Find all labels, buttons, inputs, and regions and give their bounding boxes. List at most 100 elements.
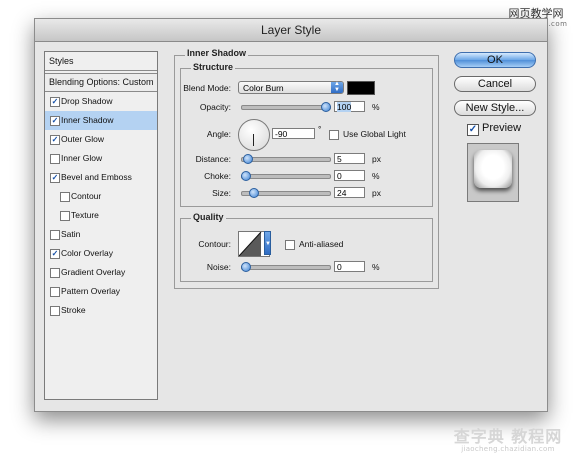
- dropdown-arrows-icon: ▲ ▼: [331, 81, 343, 93]
- ok-button[interactable]: OK: [454, 52, 536, 68]
- distance-label: Distance:: [195, 154, 231, 164]
- effect-label: Color Overlay: [61, 248, 113, 258]
- inner-shadow-title: Inner Shadow: [185, 48, 249, 58]
- effect-item-color-overlay[interactable]: ✓ Color Overlay: [45, 244, 157, 263]
- opacity-slider-handle[interactable]: [321, 102, 331, 112]
- choke-slider-handle[interactable]: [241, 171, 251, 181]
- effect-label: Satin: [61, 229, 81, 239]
- blending-options-item[interactable]: Blending Options: Custom: [45, 73, 157, 92]
- effect-checkbox[interactable]: ✓: [50, 135, 60, 145]
- effect-label: Inner Shadow: [61, 115, 114, 125]
- effect-item-pattern-overlay[interactable]: Pattern Overlay: [45, 282, 157, 301]
- effect-checkbox[interactable]: [50, 154, 60, 164]
- checkmark-icon: ✓: [51, 97, 59, 106]
- effect-label: Inner Glow: [61, 153, 103, 163]
- opacity-unit: %: [372, 102, 380, 112]
- layer-style-dialog: Layer Style Styles Blending Options: Cus…: [34, 18, 548, 412]
- angle-unit: °: [318, 124, 322, 134]
- choke-slider[interactable]: [241, 171, 331, 181]
- effect-label: Bevel and Emboss: [61, 172, 132, 182]
- effect-label: Pattern Overlay: [61, 286, 121, 296]
- effect-checkbox[interactable]: ✓: [50, 116, 60, 126]
- noise-unit: %: [372, 262, 380, 272]
- effect-item-gradient-overlay[interactable]: Gradient Overlay: [45, 263, 157, 282]
- effect-checkbox[interactable]: [60, 192, 70, 202]
- choke-unit: %: [372, 171, 380, 181]
- quality-title: Quality: [191, 212, 226, 222]
- effect-checkbox[interactable]: ✓: [50, 173, 60, 183]
- angle-field[interactable]: -90: [272, 128, 315, 139]
- size-slider-handle[interactable]: [249, 188, 259, 198]
- effect-label: Contour: [71, 191, 102, 201]
- effect-checkbox[interactable]: [50, 306, 60, 316]
- preview-shape: [474, 150, 512, 188]
- styles-panel: Styles Blending Options: Custom ✓ Drop Sh…: [44, 51, 158, 400]
- effect-item-inner-glow[interactable]: Inner Glow: [45, 149, 157, 168]
- quality-group: [180, 218, 433, 282]
- effect-checkbox[interactable]: [50, 268, 60, 278]
- effect-label: Outer Glow: [61, 134, 104, 144]
- checkmark-icon: ✓: [51, 116, 59, 125]
- watermark-bottom-text: 查字典 教程网: [453, 427, 563, 446]
- blend-mode-label: Blend Mode:: [183, 83, 231, 93]
- use-global-light-label: Use Global Light: [343, 129, 406, 139]
- structure-title: Structure: [191, 62, 236, 72]
- contour-label: Contour:: [198, 239, 231, 249]
- noise-label: Noise:: [206, 262, 231, 272]
- style-preview-thumbnail: [467, 143, 519, 202]
- angle-label: Angle:: [206, 129, 231, 139]
- noise-slider-handle[interactable]: [241, 262, 251, 272]
- blend-mode-select[interactable]: Color Burn ▲ ▼: [238, 81, 344, 94]
- effect-checkbox[interactable]: ✓: [50, 249, 60, 259]
- effect-label: Gradient Overlay: [61, 267, 126, 277]
- effect-item-texture[interactable]: Texture: [45, 206, 157, 225]
- effect-checkbox[interactable]: [50, 230, 60, 240]
- effect-item-contour[interactable]: Contour: [45, 187, 157, 206]
- angle-dial-icon[interactable]: [238, 119, 270, 151]
- effect-item-stroke[interactable]: Stroke: [45, 301, 157, 320]
- noise-slider[interactable]: [241, 262, 331, 272]
- effect-item-outer-glow[interactable]: ✓ Outer Glow: [45, 130, 157, 149]
- effect-checkbox[interactable]: ✓: [50, 97, 60, 107]
- preview-label: Preview: [482, 122, 522, 134]
- choke-label: Choke:: [204, 171, 231, 181]
- distance-slider-handle[interactable]: [242, 154, 253, 164]
- styles-header[interactable]: Styles: [45, 52, 157, 71]
- effect-label: Stroke: [61, 305, 86, 315]
- anti-aliased-label: Anti-aliased: [299, 239, 344, 249]
- effect-item-satin[interactable]: Satin: [45, 225, 157, 244]
- noise-field[interactable]: 0: [334, 261, 365, 272]
- effect-checkbox[interactable]: [50, 287, 60, 297]
- opacity-field[interactable]: 100: [334, 101, 365, 112]
- preview-checkbox[interactable]: ✓: [467, 124, 479, 136]
- size-field[interactable]: 24: [334, 187, 365, 198]
- distance-field[interactable]: 5: [334, 153, 365, 164]
- contour-dropdown-button[interactable]: ▼: [264, 231, 271, 255]
- anti-aliased-checkbox[interactable]: [285, 240, 295, 250]
- choke-field[interactable]: 0: [334, 170, 365, 181]
- checkmark-icon: ✓: [51, 249, 59, 258]
- size-slider[interactable]: [241, 188, 331, 198]
- opacity-slider[interactable]: [241, 102, 331, 112]
- shadow-color-swatch[interactable]: [347, 81, 375, 95]
- effect-item-bevel-and-emboss[interactable]: ✓ Bevel and Emboss: [45, 168, 157, 187]
- watermark-bottom-url: jiaocheng.chazidian.com: [461, 445, 555, 453]
- use-global-light-checkbox[interactable]: [329, 130, 339, 140]
- checkmark-icon: ✓: [51, 135, 59, 144]
- blend-mode-value: Color Burn: [243, 83, 284, 93]
- distance-slider[interactable]: [241, 154, 331, 164]
- effect-item-inner-shadow[interactable]: ✓ Inner Shadow: [45, 111, 157, 130]
- opacity-label: Opacity:: [199, 102, 231, 112]
- new-style-button[interactable]: New Style...: [454, 100, 536, 116]
- effect-item-drop-shadow[interactable]: ✓ Drop Shadow: [45, 92, 157, 111]
- opacity-value: 100: [337, 102, 352, 112]
- checkmark-icon: ✓: [51, 173, 59, 182]
- effect-label: Drop Shadow: [61, 96, 113, 106]
- cancel-button[interactable]: Cancel: [454, 76, 536, 92]
- size-unit: px: [372, 188, 381, 198]
- effects-list: ✓ Drop Shadow ✓ Inner Shadow ✓ Outer Glow Inne…: [45, 92, 157, 320]
- effect-checkbox[interactable]: [60, 211, 70, 221]
- effect-label: Texture: [71, 210, 99, 220]
- dialog-title: Layer Style: [35, 19, 547, 42]
- distance-unit: px: [372, 154, 381, 164]
